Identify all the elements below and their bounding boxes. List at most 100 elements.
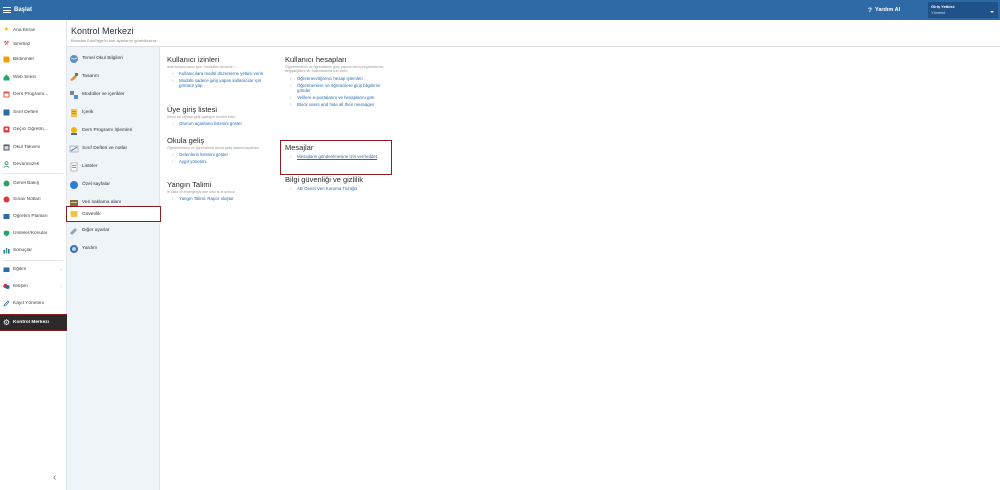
link-login-list[interactable]: › Oturum açanların listesini göster [167,121,277,126]
settings-nav-other[interactable]: Diğer ayarlar [67,223,160,238]
chevron-right-icon: › [290,82,292,88]
link-text: Oturum açanların listesini göster [179,121,242,127]
section-privacy: Bilgi güvenliği ve gizlilik › AB Genel Ve… [285,175,395,191]
link-fire-drill-report[interactable]: › Yangın Talimi: Rapor oluştur [167,196,277,201]
settings-nav-help[interactable]: Yardım [67,241,160,256]
gear-icon: ⚙ [2,318,11,327]
sidebar-item-units-topics[interactable]: Üniteler/Konular [0,227,67,240]
link-block-users[interactable]: › Block users and hide all their messages [285,102,395,107]
section-user-permissions: Kullanıcı izinleri aktif kullanıcıların … [167,55,267,88]
link-module-visibility[interactable]: › Modülü sadece giriş yapan kullanıcılar … [167,78,267,88]
page-subtitle: Buradan EduPage'in tüm ayarlarını görebi… [71,38,158,43]
start-menu-button[interactable]: Başlat [0,0,32,20]
settings-nav-lists[interactable]: Listeler [67,159,160,174]
sidebar-item-label: Öğretim Planları [13,214,48,219]
chevron-right-icon: › [290,154,292,159]
link-send-login-info[interactable]: › Öğretmenlere ve öğrencilere giriş bilgi… [285,83,395,93]
settings-nav-modules[interactable]: Modüller ve içerikler [67,87,160,102]
notebook-icon [69,144,79,154]
sidebar-item-attendance[interactable]: Devamsızlık [0,158,67,171]
sidebar-item-overview[interactable]: Genel Bakış [0,177,67,190]
help-globe-icon [69,244,79,254]
settings-nav-basic-info[interactable]: Temel Okul Bilgileri [67,51,160,66]
chevron-right-icon: › [290,75,292,81]
sidebar-item-lesson-plans[interactable]: Öğretim Planları [0,210,67,223]
section-description: Öğretmenlerin ve öğrencilerin giriş yapm… [285,65,384,74]
settings-nav-label: Ders Programı İşlemleri [82,128,133,133]
link-send-parent-accounts[interactable]: › Velilere e-postalarını ve hesaplarını g… [285,95,395,100]
pencil-icon [3,300,10,307]
section-title: Yangın Talimi [167,180,212,189]
settings-nav-content[interactable]: İçerik [67,105,160,120]
sidebar-item-label: Web Sitesi [13,75,36,80]
link-text: Öğretmen/öğrenci hesap işlemleri [297,75,363,81]
section-title: Üye giriş listesi [167,105,218,114]
sidebar-item-education[interactable]: Eğitim › [0,263,67,276]
modules-icon [69,90,79,100]
globe-icon [69,54,79,64]
section-description: Kimin ne zaman giriş yaptığını kontrol e… [167,115,236,119]
wand-icon: ⚒ [3,41,10,47]
link-text: Öğretmenlere ve öğrencilere giriş bilgil… [297,82,381,93]
settings-nav-label: Veri saklama alanı [82,200,122,205]
sidebar-item-substitution[interactable]: Geçici Öğretm... [0,123,67,136]
settings-nav-design[interactable]: Tasarım [67,69,160,84]
chevron-right-icon: › [172,196,174,202]
section-description: Öğretmenlerin ve öğrencilerin okula geli… [167,146,259,150]
check-circle-icon [3,180,10,187]
sidebar-item-website[interactable]: Web Sitesi [0,71,67,84]
link-text: Kullanıcılara modül düzenleme yetkisi ve… [179,71,264,77]
sidebar-item-timetable[interactable]: Ders Programı... [0,88,67,101]
sidebar-item-label: Sınav Notları [13,197,41,202]
sidebar-item-results[interactable]: Sonuçlar [0,244,67,257]
settings-nav-label: Diğer ayarlar [82,228,110,233]
link-text: AB Genel Veri Koruma Tüzüğü [297,186,357,191]
settings-nav-classbook-grades[interactable]: Sınıf Defteri ve notlar [67,141,160,156]
grade-circle-icon [3,196,10,203]
chevron-right-icon: › [60,283,62,290]
section-title: Okula geliş [167,136,205,145]
section-description: In case of emergency see who is at schoo… [167,190,235,194]
sidebar-divider [3,173,63,174]
sidebar-item-home[interactable]: ★ Ana Ekran [0,24,67,37]
settings-nav-special-pages[interactable]: Özel sayfalar [67,177,160,192]
link-device-management[interactable]: › Aygıt yönetimi [167,159,277,164]
settings-nav-label: Modüller ve içerikler [82,92,125,97]
star-icon: ★ [3,27,10,33]
sidebar-item-notifications[interactable]: Bildirimler [0,53,67,66]
link-gdpr[interactable]: › AB Genel Veri Koruma Tüzüğü [285,186,395,191]
link-arrivals-list[interactable]: › Gelenlerin listesini göster [167,152,277,157]
chevron-right-icon: › [290,101,292,107]
section-fire-drill: Yangın Talimi In case of emergency see w… [167,180,277,201]
sidebar-item-registration[interactable]: Kayıt Yönetimi [0,297,67,310]
settings-nav: Temel Okul Bilgileri Tasarım Modüller ve… [66,47,161,490]
sidebar-item-communication[interactable]: İletişim › [0,280,67,293]
education-icon [3,266,10,273]
link-allow-messages[interactable]: › Mesajların gönderilmesine izin ver/redd… [285,154,390,159]
sidebar-item-school-calendar[interactable]: Okul Takvimi [0,141,67,154]
link-account-operations[interactable]: › Öğretmen/öğrenci hesap işlemleri [285,76,395,81]
person-clock-icon [69,126,79,136]
settings-nav-security[interactable]: Güvenlik [66,206,161,222]
section-title: Kullanıcı hesapları [285,55,347,64]
settings-nav-timetable-ops[interactable]: Ders Programı İşlemleri [67,123,160,138]
sidebar-item-label: Geçici Öğretm... [13,127,48,132]
calendar-grid-icon [3,144,10,151]
section-member-login: Üye giriş listesi Kimin ne zaman giriş y… [167,105,277,126]
login-role-select[interactable]: Giriş Yetkisi: Yönetici [928,2,998,18]
login-label: Giriş Yetkisi: [931,4,956,9]
person-icon [3,126,10,133]
sidebar-item-classbook[interactable]: Sınıf Defteri [0,106,67,119]
help-button[interactable]: ? Yardım AI [868,5,900,15]
sidebar-item-wizard[interactable]: ⚒ Sihirbaz [0,38,67,51]
link-module-edit-permission[interactable]: › Kullanıcılara modül düzenleme yetkisi v… [167,71,267,76]
archive-icon [69,198,79,208]
sidebar-item-control-center[interactable]: ⚙ Kontrol Merkezi [0,314,68,331]
paintbrush-icon [69,72,79,82]
collapse-sidebar-button[interactable]: ‹ [53,472,56,483]
chat-icon [3,283,10,290]
link-text: Modülü sadece giriş yapan kullanıcılar i… [179,78,262,89]
sidebar-item-label: Eğitim [13,267,27,272]
sidebar-item-exam-grades[interactable]: Sınav Notları [0,193,67,206]
plan-icon [3,213,10,220]
